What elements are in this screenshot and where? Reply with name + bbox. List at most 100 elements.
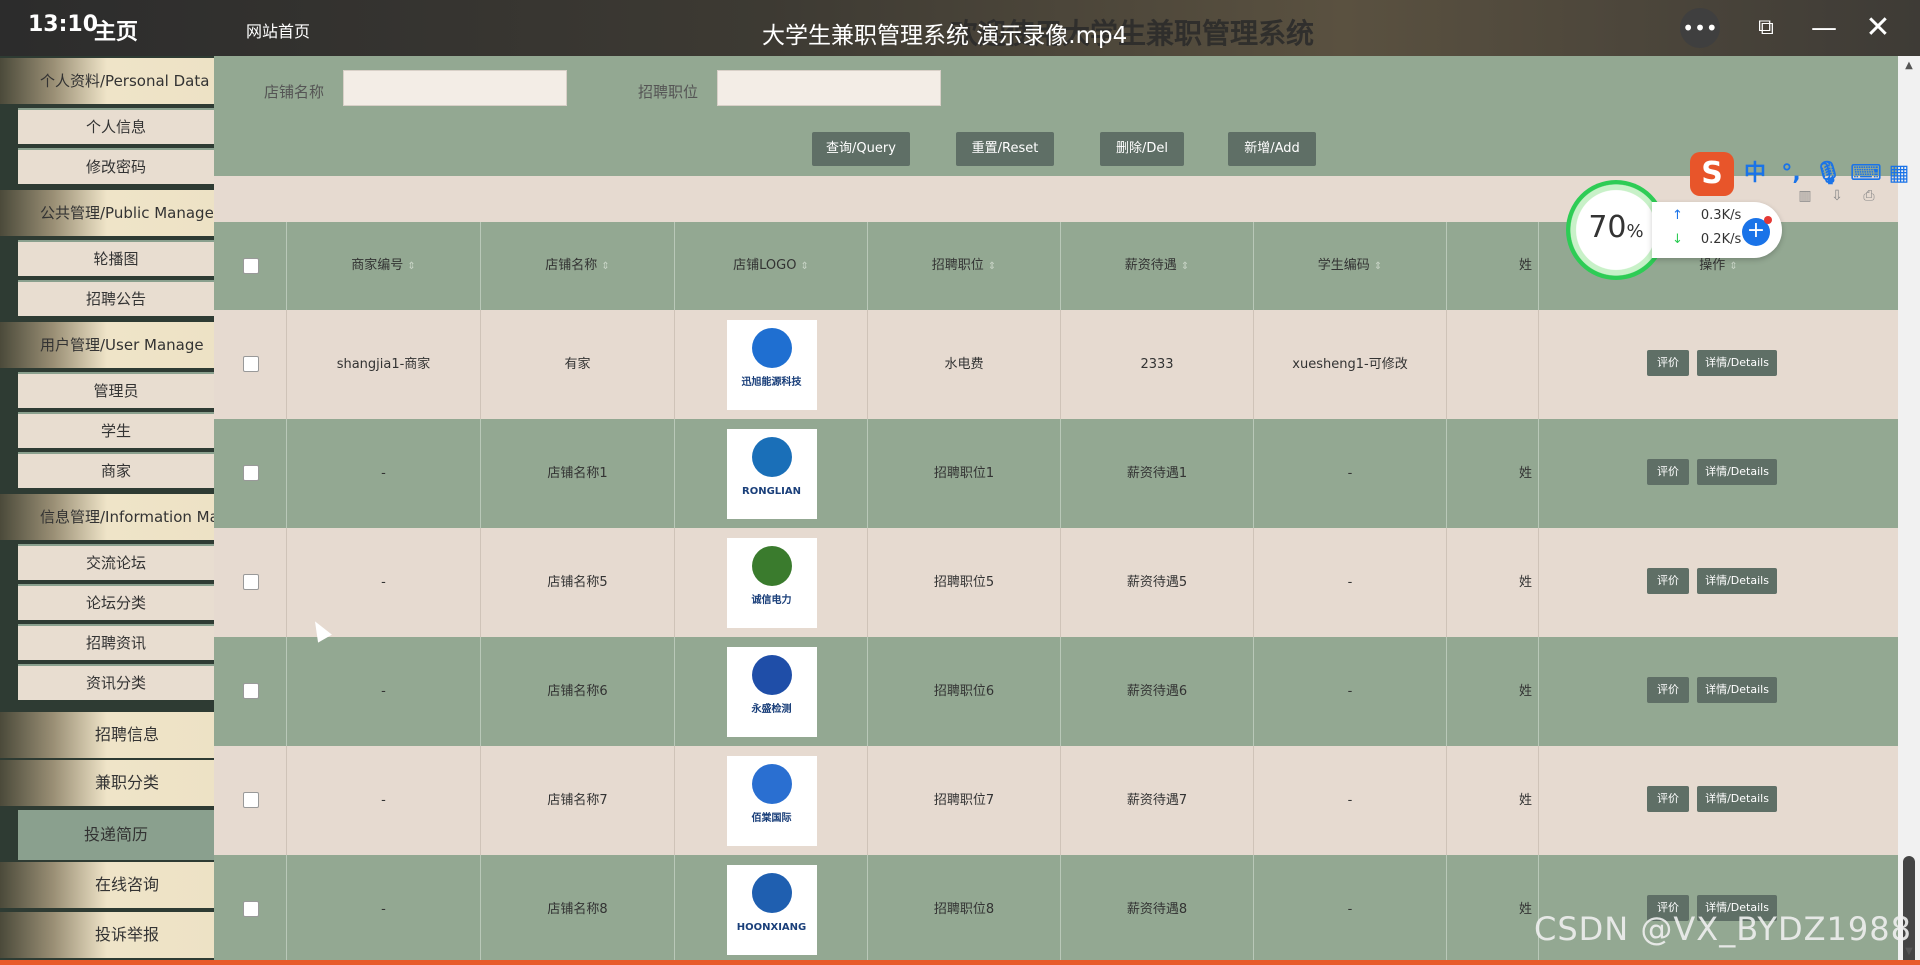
- row-checkbox[interactable]: [243, 356, 259, 372]
- cell-salary: 薪资待遇1: [1061, 419, 1254, 528]
- sidebar-category-users[interactable]: 用户管理/User Manage: [0, 322, 214, 368]
- microphone-icon[interactable]: 🎙: [1814, 160, 1842, 188]
- home-link[interactable]: 主页: [94, 14, 138, 46]
- shop-logo-cell: 永盛检测: [675, 637, 868, 746]
- details-button[interactable]: 详情/Details: [1697, 677, 1777, 703]
- cell-name: 姓: [1447, 855, 1539, 964]
- shop-logo-cell: 佰棠国际: [675, 746, 868, 855]
- logo-text: HOONXIANG: [736, 922, 807, 933]
- sidebar-item-resume-active[interactable]: 投递简历: [18, 810, 214, 860]
- sidebar-category-personal[interactable]: 个人资料/Personal Data: [0, 58, 214, 104]
- header-merchant-id[interactable]: 商家编号 ⇕: [287, 222, 481, 310]
- watermark: CSDN @VX_BYDZ1988: [1534, 910, 1912, 948]
- row-actions: 评价 详情/Details: [1539, 310, 1898, 419]
- apps-icon[interactable]: ▦: [1886, 160, 1912, 188]
- row-actions: 评价 详情/Details: [1539, 528, 1898, 637]
- details-button[interactable]: 详情/Details: [1697, 568, 1777, 594]
- table-row: - 店铺名称6 永盛检测 招聘职位6 薪资待遇6- 姓评价 详情/Details: [214, 637, 1898, 746]
- review-button[interactable]: 评价: [1647, 459, 1689, 485]
- more-icon[interactable]: •••: [1680, 8, 1720, 48]
- reset-button[interactable]: 重置/Reset: [956, 132, 1054, 166]
- query-button[interactable]: 查询/Query: [812, 132, 910, 166]
- cell-student: xuesheng1-可修改: [1254, 310, 1447, 419]
- picture-in-picture-icon[interactable]: ⧉: [1748, 12, 1784, 44]
- sidebar-item-forum[interactable]: 交流论坛: [18, 544, 214, 580]
- sidebar-item-admin[interactable]: 管理员: [18, 372, 214, 408]
- site-home-link[interactable]: 网站首页: [246, 18, 310, 42]
- row-checkbox[interactable]: [243, 574, 259, 590]
- clock: 13:10: [28, 12, 99, 37]
- sort-icon: ⇕: [601, 261, 610, 272]
- scroll-up-icon[interactable]: ▲: [1902, 60, 1916, 74]
- cell-position: 招聘职位8: [868, 855, 1061, 964]
- sidebar-category-information[interactable]: 信息管理/Information Ma: [0, 494, 214, 540]
- cell-salary: 薪资待遇6: [1061, 637, 1254, 746]
- arrow-up-icon: ↑: [1672, 208, 1683, 223]
- sidebar: 个人资料/Personal Data 个人信息 修改密码 公共管理/Public…: [0, 56, 214, 965]
- row-checkbox[interactable]: [243, 683, 259, 699]
- cell-name: [1447, 310, 1539, 419]
- cell-position: 招聘职位7: [868, 746, 1061, 855]
- sidebar-item-carousel[interactable]: 轮播图: [18, 240, 214, 276]
- logo-mark-icon: [751, 655, 792, 695]
- sidebar-item-forum-category[interactable]: 论坛分类: [18, 584, 214, 620]
- header-name[interactable]: 姓: [1447, 222, 1539, 310]
- download-speed: ↓ 0.2K/s: [1672, 232, 1742, 247]
- row-checkbox[interactable]: [243, 465, 259, 481]
- header-position[interactable]: 招聘职位 ⇕: [868, 222, 1061, 310]
- review-button[interactable]: 评价: [1647, 786, 1689, 812]
- cell-student: -: [1254, 528, 1447, 637]
- header-shop-logo[interactable]: 店铺LOGO ⇕: [675, 222, 868, 310]
- row-checkbox[interactable]: [243, 901, 259, 917]
- sort-icon: ⇕: [800, 261, 809, 272]
- add-button[interactable]: 新增/Add: [1228, 132, 1316, 166]
- scroll-down-icon[interactable]: ▼: [1902, 946, 1916, 960]
- header-student-code[interactable]: 学生编码 ⇕: [1254, 222, 1447, 310]
- keyboard-icon[interactable]: ⌨: [1850, 160, 1882, 188]
- cell-salary: 薪资待遇8: [1061, 855, 1254, 964]
- cell-position: 水电费: [868, 310, 1061, 419]
- details-button[interactable]: 详情/Details: [1697, 786, 1777, 812]
- row-checkbox-cell: [214, 528, 287, 637]
- cell-position: 招聘职位6: [868, 637, 1061, 746]
- sidebar-item-merchants[interactable]: 商家: [18, 452, 214, 488]
- cell-salary: 薪资待遇5: [1061, 528, 1254, 637]
- sidebar-item-recruit-info[interactable]: 招聘信息: [0, 712, 214, 758]
- logo-mark-icon: [751, 328, 792, 368]
- sidebar-item-recruit-news[interactable]: 招聘资讯: [18, 624, 214, 660]
- sidebar-item-complaint[interactable]: 投诉举报: [0, 912, 214, 958]
- sidebar-item-news-category[interactable]: 资讯分类: [18, 664, 214, 700]
- sort-icon: ⇕: [987, 261, 997, 272]
- shop-logo-image: 永盛检测: [726, 647, 817, 737]
- shop-name-input[interactable]: [343, 70, 567, 106]
- sidebar-item-personal-info[interactable]: 个人信息: [18, 108, 214, 144]
- logo-text: 诚信电力: [751, 595, 792, 606]
- header-shop-name[interactable]: 店铺名称 ⇕: [481, 222, 675, 310]
- close-icon[interactable]: ✕: [1860, 12, 1896, 44]
- sidebar-item-online-consult[interactable]: 在线咨询: [0, 862, 214, 908]
- cell-salary: 2333: [1061, 310, 1254, 419]
- sort-icon: ⇕: [1180, 261, 1190, 272]
- row-checkbox[interactable]: [243, 792, 259, 808]
- sidebar-item-change-password[interactable]: 修改密码: [18, 148, 214, 184]
- sidebar-item-recruit-notice[interactable]: 招聘公告: [18, 280, 214, 316]
- select-all-checkbox[interactable]: [243, 258, 259, 274]
- review-button[interactable]: 评价: [1647, 350, 1689, 376]
- review-button[interactable]: 评价: [1647, 568, 1689, 594]
- sidebar-category-public[interactable]: 公共管理/Public Manage: [0, 190, 214, 236]
- delete-button[interactable]: 删除/Del: [1100, 132, 1184, 166]
- cell-merchant: -: [287, 637, 481, 746]
- header-checkbox-cell: [214, 222, 287, 310]
- sidebar-item-job-category[interactable]: 兼职分类: [0, 760, 214, 806]
- cell-merchant: -: [287, 419, 481, 528]
- details-button[interactable]: 详情/Details: [1697, 350, 1777, 376]
- shop-logo-image: 佰棠国际: [726, 756, 817, 846]
- sidebar-item-students[interactable]: 学生: [18, 412, 214, 448]
- logo-text: RONGLIAN: [742, 486, 801, 497]
- position-input[interactable]: [717, 70, 941, 106]
- review-button[interactable]: 评价: [1647, 677, 1689, 703]
- minimize-icon[interactable]: —: [1806, 12, 1842, 44]
- row-checkbox-cell: [214, 310, 287, 419]
- details-button[interactable]: 详情/Details: [1697, 459, 1777, 485]
- header-salary[interactable]: 薪资待遇 ⇕: [1061, 222, 1254, 310]
